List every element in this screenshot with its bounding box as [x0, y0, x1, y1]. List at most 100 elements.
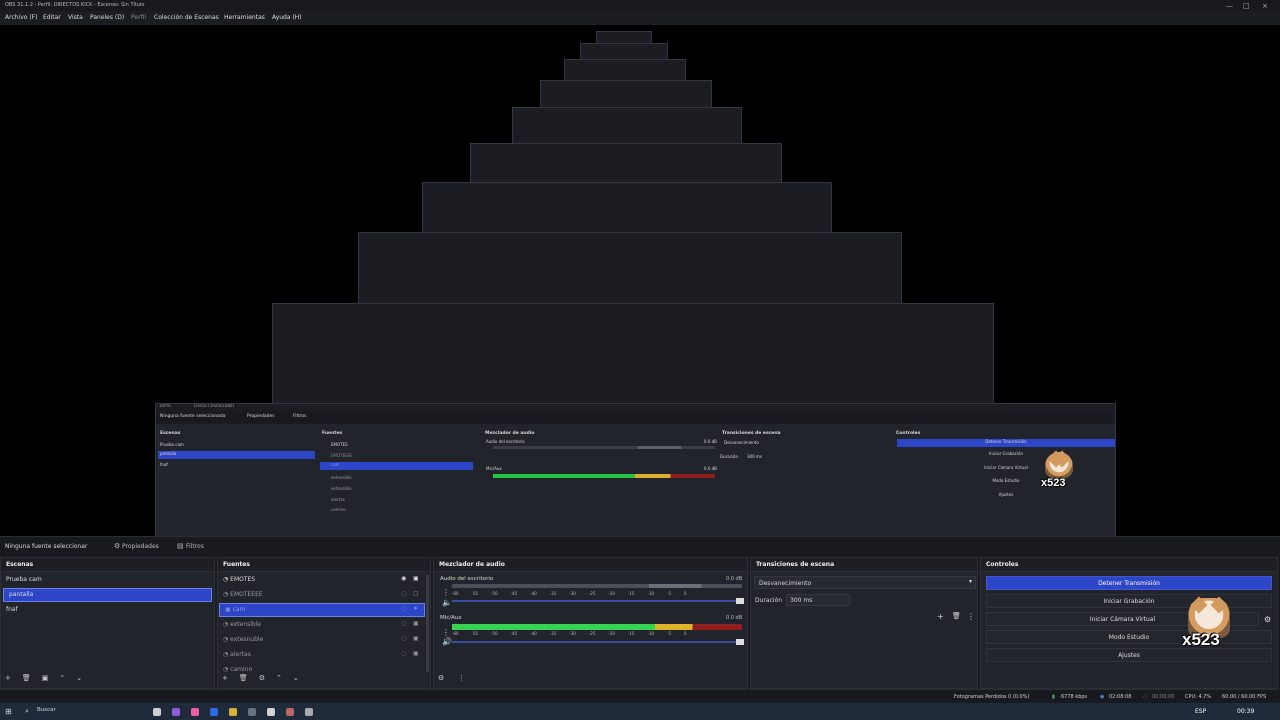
- taskbar-clock[interactable]: 00:39: [1237, 708, 1254, 715]
- minimize-icon[interactable]: —: [1226, 2, 1233, 10]
- desktop-audio-volume-handle[interactable]: [736, 598, 744, 604]
- record-time: 00:00:00: [1152, 694, 1175, 700]
- speaker-icon[interactable]: 🔊: [442, 637, 452, 646]
- scene-item-prueba-cam[interactable]: Prueba cam: [1, 574, 213, 586]
- menu-paneles[interactable]: Paneles (D): [90, 14, 124, 21]
- gear-icon[interactable]: ⚙: [259, 674, 265, 684]
- search-icon[interactable]: ⌕: [25, 707, 29, 716]
- eye-off-icon[interactable]: ◌: [401, 590, 406, 597]
- input-language[interactable]: ESP: [1195, 708, 1206, 715]
- source-item-extesnuble[interactable]: ◔ extesnuble ◌ ▣: [218, 634, 419, 646]
- eye-off-icon[interactable]: ◌: [401, 650, 406, 657]
- nested-scene-item: pantalla: [158, 451, 315, 459]
- unlock-icon[interactable]: ▢: [413, 590, 419, 597]
- speaker-muted-icon[interactable]: 🔈: [442, 598, 452, 607]
- desktop-audio-volume-slider[interactable]: [452, 600, 742, 602]
- move-up-icon[interactable]: ⌃: [276, 674, 282, 684]
- menu-herramientas[interactable]: Herramientas: [224, 14, 265, 21]
- filters-button[interactable]: Filtros: [186, 543, 204, 550]
- nested-controls-title: Controles: [896, 431, 921, 436]
- nested-zoom: 100%: [159, 403, 171, 408]
- eye-off-icon[interactable]: ◌: [401, 605, 406, 612]
- menu-editar[interactable]: Editar: [43, 14, 61, 21]
- fps: 60.00 / 60.00 FPS: [1222, 694, 1267, 700]
- more-options-icon[interactable]: ⋮: [442, 628, 450, 637]
- app-icon[interactable]: [248, 708, 256, 716]
- mic-aux-volume-slider[interactable]: [452, 641, 742, 643]
- sources-title: Fuentes: [218, 558, 430, 572]
- audio-mixer-title: Mezclador de audio: [434, 558, 747, 572]
- menu-vista[interactable]: Vista: [68, 14, 83, 21]
- start-recording-button[interactable]: Iniciar Grabación: [986, 594, 1272, 608]
- eye-off-icon[interactable]: ◌: [401, 635, 406, 642]
- filter-icon[interactable]: ▣: [42, 674, 49, 684]
- add-transition-icon[interactable]: +: [937, 612, 944, 621]
- browser-icon[interactable]: [153, 708, 161, 716]
- more-options-icon[interactable]: ⋮: [967, 612, 975, 621]
- cpu-usage: CPU: 4.7%: [1185, 694, 1212, 700]
- discord-icon[interactable]: [172, 708, 180, 716]
- trash-icon[interactable]: 🗑: [239, 674, 248, 684]
- sources-scrollbar[interactable]: [426, 575, 429, 672]
- obs-icon[interactable]: [305, 708, 313, 716]
- gear-icon[interactable]: ⚙: [1264, 615, 1271, 624]
- source-item-extensible[interactable]: ◔ extensible ◌ ▣: [218, 619, 419, 631]
- move-down-icon[interactable]: ⌄: [293, 674, 299, 684]
- add-source-icon[interactable]: +: [222, 674, 228, 684]
- audio-mixer-dock: Mezclador de audio Audio del escritorio …: [433, 557, 748, 689]
- source-item-emotes[interactable]: ◔ EMOTES ◉ ▣: [218, 574, 419, 586]
- lock-icon[interactable]: ▣: [413, 575, 419, 582]
- menu-perfil[interactable]: Perfil: [131, 14, 146, 21]
- app-icon[interactable]: [191, 708, 199, 716]
- menu-ayuda[interactable]: Ayuda (H): [272, 14, 302, 21]
- source-item-alertas[interactable]: ◔ alertas ◌ ▣: [218, 649, 419, 661]
- taskbar-search[interactable]: Buscar: [37, 707, 152, 717]
- app-icon[interactable]: [286, 708, 294, 716]
- source-item-camino[interactable]: ◔ camino: [218, 664, 416, 672]
- duration-input[interactable]: 300 ms: [786, 594, 850, 606]
- mic-aux-volume-handle[interactable]: [736, 639, 744, 645]
- menu-archivo[interactable]: Archivo (F): [5, 14, 37, 21]
- close-icon[interactable]: ×: [1262, 2, 1268, 10]
- scenes-toolbar: + 🗑 ▣ ⌃ ⌄: [5, 674, 82, 684]
- transition-select[interactable]: Desvanecimiento: [754, 576, 976, 589]
- nested-source-item: extensible: [331, 475, 352, 480]
- program-preview[interactable]: 100% Lienzo (1920x1080) Ninguna fuente s…: [0, 25, 1280, 536]
- source-item-cam[interactable]: ▣ cam ◌ ➤: [219, 603, 425, 617]
- menu-coleccion-escenas[interactable]: Colección de Escenas: [154, 14, 219, 21]
- lock-icon[interactable]: ▣: [413, 650, 419, 657]
- eye-icon[interactable]: ◉: [401, 575, 406, 582]
- more-options-icon[interactable]: ⋮: [458, 674, 465, 684]
- nested-scene-item: fnaf: [160, 462, 168, 467]
- mic-aux-label: Mic/Aux: [440, 615, 462, 621]
- store-icon[interactable]: [210, 708, 218, 716]
- more-options-icon[interactable]: ⋮: [442, 588, 450, 597]
- scene-item-pantalla[interactable]: pantalla: [3, 588, 212, 602]
- add-scene-icon[interactable]: +: [5, 674, 11, 684]
- properties-button[interactable]: Propiedades: [122, 543, 159, 550]
- sources-toolbar: + 🗑 ⚙ ⌃ ⌄: [222, 674, 299, 684]
- stop-streaming-button[interactable]: Detener Transmisión: [986, 576, 1272, 590]
- scene-item-fnaf[interactable]: fnaf: [1, 604, 213, 616]
- network-icon: ▮: [1052, 694, 1055, 700]
- trash-icon[interactable]: 🗑: [22, 674, 31, 684]
- window-title: OBS 31.1.2 - Perfil: DIRECTOS KICK - Esc…: [5, 2, 145, 8]
- source-item-emoteeee[interactable]: ◔ EMOTEEEE ◌ ▢: [218, 589, 419, 601]
- nested-button-studio: Modo Estudio: [992, 478, 1020, 483]
- chevron-down-icon: ▾: [969, 578, 973, 585]
- maximize-icon[interactable]: □: [1243, 2, 1250, 10]
- trash-icon[interactable]: 🗑: [952, 612, 961, 620]
- record-icon: ◌: [1143, 694, 1148, 700]
- lock-icon[interactable]: ▣: [413, 620, 419, 627]
- move-down-icon[interactable]: ⌄: [76, 674, 82, 684]
- app-icon[interactable]: [267, 708, 275, 716]
- lock-icon[interactable]: ▣: [413, 635, 419, 642]
- settings-button[interactable]: Ajustes: [986, 648, 1272, 662]
- nested-button-record: Iniciar Grabación: [989, 451, 1023, 456]
- move-up-icon[interactable]: ⌃: [59, 674, 65, 684]
- gear-icon[interactable]: ⚙: [438, 674, 444, 684]
- windows-start-icon[interactable]: ⊞: [5, 707, 12, 716]
- folder-icon[interactable]: [229, 708, 237, 716]
- eye-off-icon[interactable]: ◌: [401, 620, 406, 627]
- status-bar: Fotogramas Perdidos 0 (0.0%) ▮ 6778 kbps…: [0, 689, 1280, 703]
